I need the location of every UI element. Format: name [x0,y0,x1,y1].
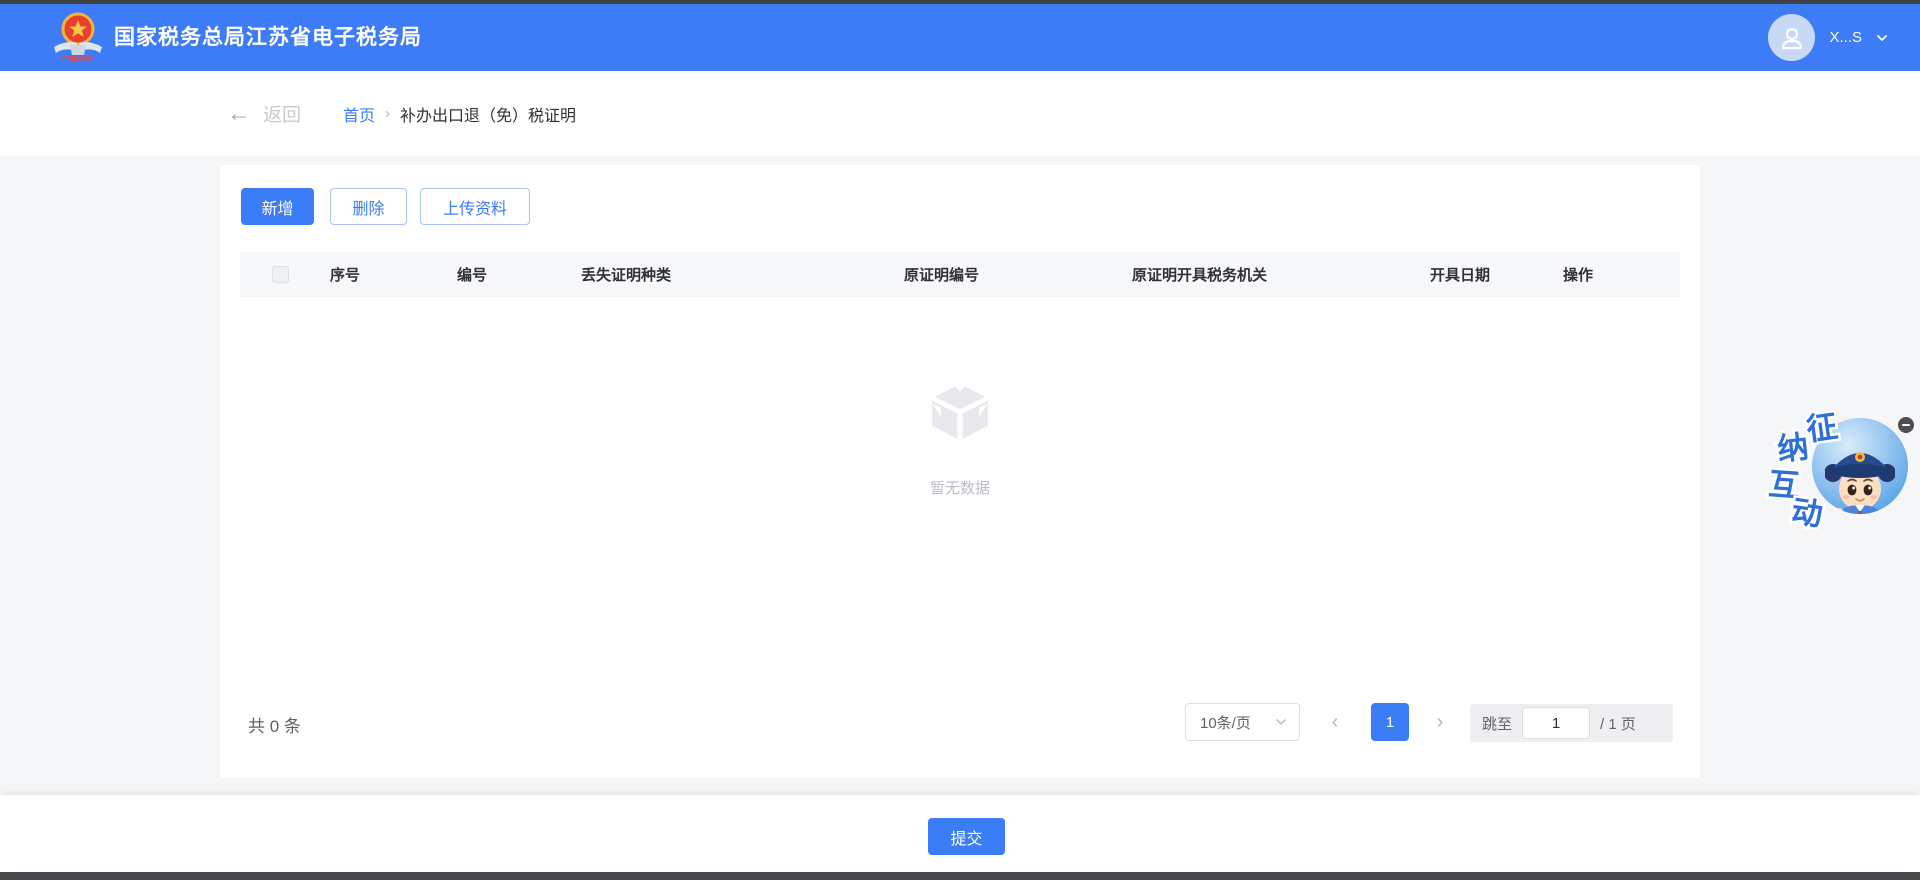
logo-caption: 中国税务 [62,56,94,63]
col-checkbox [240,265,330,283]
svg-text:纳: 纳 [1776,429,1810,467]
page-size-select[interactable]: 10条/页 [1185,703,1300,741]
svg-text:互: 互 [1767,466,1800,503]
col-original-cert-no: 原证明编号 [904,266,980,284]
col-actions: 操作 [1563,266,1594,284]
current-page-button[interactable]: 1 [1371,703,1409,741]
user-label: X...S [1829,29,1862,46]
assistant-bubble[interactable] [1812,418,1908,514]
col-issue-date: 开具日期 [1430,266,1491,284]
add-button[interactable]: 新增 [241,188,314,225]
breadcrumb-current: 补办出口退（免）税证明 [400,107,577,125]
col-issuing-authority: 原证明开具税务机关 [1132,266,1268,284]
jump-page-input[interactable] [1522,707,1591,739]
breadcrumb-home-link[interactable]: 首页 [343,102,375,126]
col-lost-cert-type: 丢失证明种类 [581,266,672,284]
prev-page-button[interactable]: ‹ [1320,703,1350,741]
table-header-row: 序号 编号 丢失证明种类 原证明编号 原证明开具税务机关 开具日期 操作 [240,252,1680,297]
breadcrumb-bar: ← 返回 首页 › 补办出口退（免）税证明 [0,71,1920,156]
assistant-minimize-button[interactable] [1898,417,1914,433]
svg-text:动: 动 [1789,494,1825,533]
next-page-button[interactable]: › [1425,703,1455,741]
delete-button[interactable]: 删除 [330,188,407,225]
total-count: 共 0 条 [248,717,301,736]
avatar[interactable] [1768,14,1816,61]
app-header: 中国税务 国家税务总局江苏省电子税务局 X...S [0,4,1920,71]
empty-text: 暂无数据 [929,480,990,497]
select-all-checkbox[interactable] [272,265,289,283]
page-size-value: 10条/页 [1200,714,1251,732]
window-frame-bottom [0,872,1920,880]
breadcrumb: ← 返回 首页 › 补办出口退（免）税证明 [227,71,576,156]
empty-box-icon [931,384,989,442]
select-chevron-icon [1276,719,1286,725]
upload-materials-button[interactable]: 上传资料 [420,188,530,225]
breadcrumb-separator: › [385,105,391,122]
user-icon [1781,27,1803,49]
submit-button[interactable]: 提交 [928,818,1005,855]
page-jump-group: 跳至 / 1 页 [1470,704,1673,742]
col-index: 序号 [330,266,361,284]
interaction-assistant-widget[interactable]: 征 纳 互 动 [1755,395,1920,545]
total-pages-label: / 1 页 [1600,715,1636,733]
jump-to-label: 跳至 [1482,715,1513,733]
minus-icon [1902,424,1910,426]
user-menu[interactable]: X...S [1768,4,1888,71]
col-number: 编号 [457,266,488,284]
page-title: 国家税务总局江苏省电子税务局 [114,26,422,49]
tax-officer-mascot-icon [1825,452,1895,514]
empty-state: 暂无数据 [240,380,1680,498]
back-arrow-icon[interactable]: ← [227,101,251,126]
back-button[interactable]: 返回 [263,100,301,127]
chevron-down-icon [1877,34,1887,41]
